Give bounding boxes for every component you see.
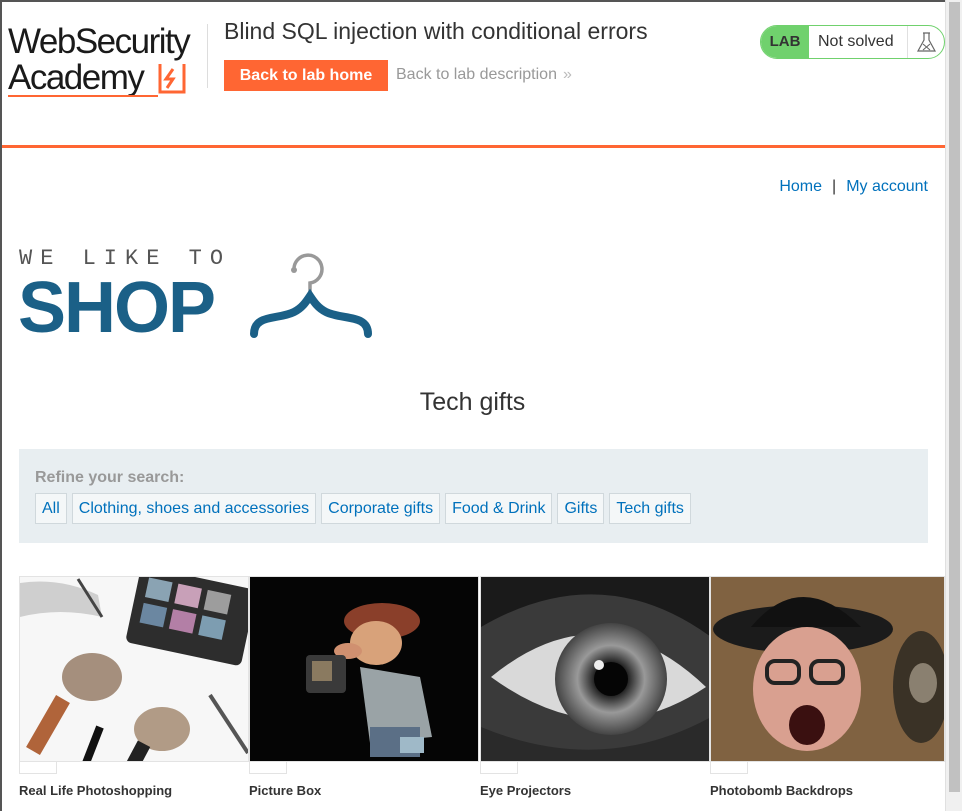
- filter-tech-gifts[interactable]: Tech gifts: [609, 493, 691, 524]
- lab-title: Blind SQL injection with conditional err…: [224, 18, 648, 44]
- filter-food-drink[interactable]: Food & Drink: [445, 493, 553, 524]
- nav-my-account-link[interactable]: My account: [846, 178, 928, 195]
- academy-logo[interactable]: WebSecurity Academy: [8, 24, 208, 100]
- shouting-man-image[interactable]: [710, 576, 945, 762]
- filter-gifts[interactable]: Gifts: [557, 493, 605, 524]
- header-orange-rule: [2, 145, 945, 148]
- shop-logo-word: SHOP: [18, 268, 216, 348]
- eye-closeup-image[interactable]: [480, 576, 710, 762]
- filter-label: Refine your search:: [35, 469, 185, 486]
- back-to-lab-description-link[interactable]: Back to lab description »: [396, 66, 572, 84]
- nav-separator: |: [832, 178, 837, 195]
- double-chevron-right-icon: »: [562, 66, 572, 83]
- academy-header: WebSecurity Academy Blind SQL injection …: [2, 2, 945, 145]
- product-name[interactable]: Real Life Photoshopping: [19, 783, 172, 798]
- top-nav: Home | My account: [779, 178, 928, 196]
- logo-line-1: WebSecurity: [8, 22, 191, 61]
- vertical-scrollbar[interactable]: [945, 0, 962, 811]
- filter-all[interactable]: All: [35, 493, 67, 524]
- makeup-brushes-image[interactable]: [19, 576, 249, 762]
- back-to-lab-home-button[interactable]: Back to lab home: [224, 60, 388, 91]
- product-image-tab: [710, 762, 748, 774]
- back-to-lab-description-label: Back to lab description: [396, 66, 557, 83]
- product-image-tab: [19, 762, 57, 774]
- product-name[interactable]: Eye Projectors: [480, 783, 571, 798]
- hanger-icon: [250, 253, 372, 338]
- filter-corporate-gifts[interactable]: Corporate gifts: [321, 493, 441, 524]
- product-image-tab: [249, 762, 287, 774]
- filter-list: All Clothing, shoes and accessories Corp…: [35, 493, 691, 524]
- filter-panel: Refine your search: All Clothing, shoes …: [19, 449, 928, 543]
- photographer-figure-image[interactable]: [249, 576, 479, 762]
- flask-icon: [907, 26, 944, 58]
- product-card[interactable]: Photobomb Backdrops: [710, 576, 945, 811]
- product-card[interactable]: Picture Box: [249, 576, 479, 811]
- shop-logo[interactable]: WE LIKE TO SHOP: [18, 246, 378, 346]
- header-divider: [207, 24, 208, 88]
- nav-home-link[interactable]: Home: [779, 178, 822, 195]
- product-card[interactable]: Eye Projectors: [480, 576, 710, 811]
- logo-bolt-icon: [158, 64, 186, 94]
- product-grid: Real Life Photoshopping Picture Box Eye …: [19, 576, 945, 811]
- logo-underline: [8, 95, 158, 97]
- product-card[interactable]: Real Life Photoshopping: [19, 576, 249, 811]
- product-name[interactable]: Photobomb Backdrops: [710, 783, 853, 798]
- product-image-tab: [480, 762, 518, 774]
- product-name[interactable]: Picture Box: [249, 783, 321, 798]
- lab-status-text: Not solved: [818, 33, 894, 50]
- lab-tag: LAB: [761, 26, 809, 58]
- lab-status-widget: LAB Not solved: [760, 25, 945, 59]
- filter-clothing[interactable]: Clothing, shoes and accessories: [71, 493, 317, 524]
- category-heading: Tech gifts: [419, 388, 526, 416]
- scrollbar-thumb[interactable]: [949, 2, 960, 792]
